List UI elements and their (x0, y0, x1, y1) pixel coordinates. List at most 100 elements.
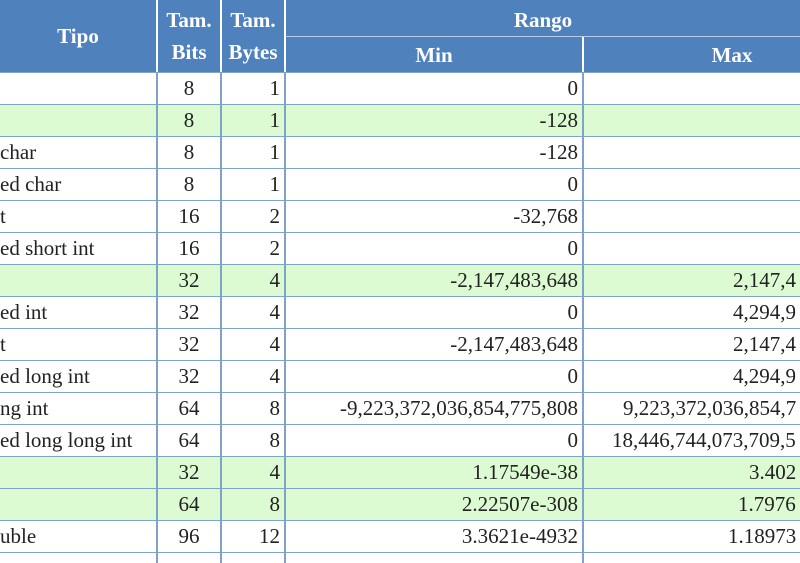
cell-min: 1.17549e-38 (472, 460, 578, 484)
cell-tipo-text: char (0, 140, 37, 164)
header-max: Max (711, 42, 753, 67)
cell-max-text: 2,147,4 (733, 268, 796, 292)
cell-max-text: 2,147,4 (733, 332, 796, 356)
grid-line (220, 72, 222, 563)
cell-min: -2,147,483,648 (450, 268, 578, 292)
cell-bits: 64 (178, 492, 200, 516)
cell-bytes: 8 (269, 428, 281, 452)
cell-bits: 8 (183, 140, 195, 164)
grid-line (0, 72, 800, 73)
cell-max: 2,147,4 (584, 329, 800, 360)
table-row: ed short int 16 2 0 (0, 233, 800, 265)
cell-tipo: ed long long int (0, 425, 156, 456)
cell-max: 3.402 (584, 457, 800, 488)
cell-tipo: ed char (0, 169, 156, 200)
cell-bits: 8 (183, 172, 195, 196)
cell-bytes: 4 (269, 364, 281, 388)
table-row: ed long int 32 4 0 4,294,9 (0, 361, 800, 393)
cell-min: -32,768 (513, 204, 578, 228)
header-divider (156, 0, 158, 72)
cell-tipo-text: ed char (0, 172, 62, 196)
cell-bytes: 12 (259, 524, 280, 548)
header-tipo: Tipo (57, 23, 99, 48)
table-header: Tipo Tam. Bits Tam. Bytes Rango Min Max (0, 0, 800, 72)
cell-bytes: 1 (269, 140, 281, 164)
cell-min: -128 (539, 140, 579, 164)
cell-tipo (0, 265, 156, 296)
cell-max (584, 233, 800, 264)
cell-bytes: 8 (269, 492, 281, 516)
cell-bytes: 1 (269, 76, 281, 100)
table-row: 32 4 1.17549e-38 3.402 (0, 457, 800, 489)
table-row: ed long long int 64 8 0 18,446,744,073,709,5 (0, 425, 800, 457)
cell-max (584, 105, 800, 136)
header-tam-bits-line2: Bits (171, 39, 207, 64)
cell-max-text: 1.18973 (728, 524, 797, 548)
cell-max: 18,446,744,073,709,5 (584, 425, 800, 456)
cell-tipo-text: t (0, 332, 6, 356)
cell-tipo: ng int (0, 393, 156, 424)
table-row: t 32 4 -2,147,483,648 2,147,4 (0, 329, 800, 361)
cell-max: 1.18973 (584, 521, 800, 552)
cell-bits: 96 (178, 524, 200, 548)
cell-max-text: 18,446,744,073,709,5 (612, 428, 796, 452)
table-row: char 8 1 -128 (0, 137, 800, 169)
cell-min: 0 (567, 364, 579, 388)
cell-bytes: 2 (269, 236, 281, 260)
cell-tipo-text: t (0, 204, 6, 228)
table-row: ed int 32 4 0 4,294,9 (0, 297, 800, 329)
cell-tipo: uble (0, 521, 156, 552)
cell-min: 0 (567, 428, 579, 452)
cell-min: -2,147,483,648 (450, 332, 578, 356)
table-row: t 16 2 -32,768 (0, 201, 800, 233)
table-row: 8 1 0 (0, 73, 800, 105)
cell-max-text: 3.402 (749, 460, 797, 484)
cell-tipo: char (0, 137, 156, 168)
cell-tipo-text: uble (0, 524, 37, 548)
cell-bytes: 4 (269, 460, 281, 484)
header-divider (286, 36, 800, 37)
cell-tipo (0, 489, 156, 520)
cell-max-text: 1.7976 (738, 492, 796, 516)
cell-bits: 16 (178, 204, 200, 228)
cell-tipo: t (0, 329, 156, 360)
table-row: ed char 8 1 0 (0, 169, 800, 201)
data-type-table: Tipo Tam. Bits Tam. Bytes Rango Min Max … (0, 0, 800, 563)
cell-bytes: 8 (269, 396, 281, 420)
header-min: Min (415, 42, 453, 67)
cell-max: 2,147,4 (584, 265, 800, 296)
grid-line (582, 72, 584, 563)
cell-tipo (0, 457, 156, 488)
cell-tipo: ed long int (0, 361, 156, 392)
cell-max (584, 201, 800, 232)
cell-bits: 32 (178, 268, 200, 292)
cell-max-text: 9,223,372,036,854,7 (623, 396, 797, 420)
cell-max (584, 73, 800, 104)
cell-max-text: 4,294,9 (733, 300, 796, 324)
cell-tipo: ed short int (0, 233, 156, 264)
cell-tipo-text: ed short int (0, 236, 95, 260)
header-rango: Rango (513, 7, 573, 32)
cell-max (584, 137, 800, 168)
header-tam-bytes-line1: Tam. (230, 7, 276, 32)
cell-min: 3.3621e-4932 (461, 524, 578, 548)
header-divider (582, 37, 584, 72)
header-divider (220, 0, 222, 72)
cell-bytes: 4 (269, 332, 281, 356)
cell-bits: 64 (178, 396, 200, 420)
cell-bytes: 4 (269, 300, 281, 324)
table-row: ng int 64 8 -9,223,372,036,854,775,808 9,223… (0, 393, 800, 425)
cell-bits: 32 (178, 364, 200, 388)
cell-max (584, 169, 800, 200)
cell-min: 0 (567, 236, 579, 260)
header-tam-bytes-line2: Bytes (228, 39, 278, 64)
cell-min: 0 (567, 76, 579, 100)
cell-bytes: 1 (269, 172, 281, 196)
cell-bytes: 2 (269, 204, 281, 228)
cell-min: 0 (567, 172, 579, 196)
cell-bits: 32 (178, 460, 200, 484)
table-row: 8 1 -128 (0, 105, 800, 137)
cell-tipo-text: ed int (0, 300, 48, 324)
cell-tipo: ed int (0, 297, 156, 328)
cell-min: 2.22507e-308 (461, 492, 578, 516)
